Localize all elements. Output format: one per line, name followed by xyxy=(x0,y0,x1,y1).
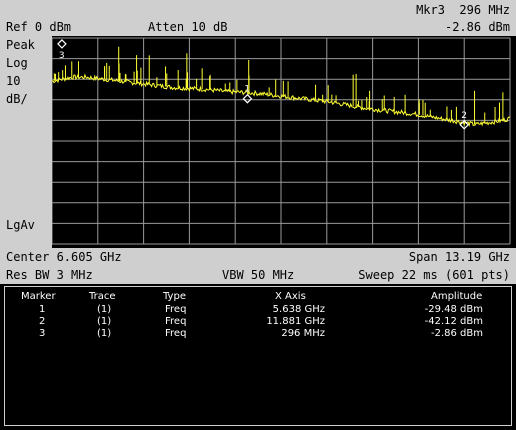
scale-type: Log xyxy=(6,56,28,70)
sweep-time: Sweep 22 ms (601 pts) xyxy=(358,268,510,282)
header-type: Type xyxy=(163,291,186,302)
resolution-bandwidth: Res BW 3 MHz xyxy=(6,268,93,282)
row3-marker: 3 xyxy=(39,328,46,339)
spectrum-analyzer-screen: Mkr3 296 MHz Ref 0 dBm Atten 10 dB -2.86… xyxy=(0,0,516,430)
row2-marker: 2 xyxy=(39,316,46,327)
header-bar: Mkr3 296 MHz Ref 0 dBm Atten 10 dB -2.86… xyxy=(0,0,516,36)
header-x-axis: X Axis xyxy=(275,291,306,302)
row3-type: Freq xyxy=(165,328,187,339)
row2-x: 11.881 GHz xyxy=(266,316,325,327)
averaging-label: LgAv xyxy=(6,218,35,232)
row2-type: Freq xyxy=(165,316,187,327)
spectrum-plot: 1 2 3 xyxy=(52,36,516,248)
row1-type: Freq xyxy=(165,304,187,315)
footer-bar: Center 6.605 GHz Span 13.19 GHz Res BW 3… xyxy=(0,248,516,284)
row3-amplitude: -2.86 dBm xyxy=(430,328,483,339)
attenuation: Atten 10 dB xyxy=(148,20,228,34)
span: Span 13.19 GHz xyxy=(408,250,510,264)
marker-1-label: 1 xyxy=(244,85,250,95)
detector-label: Peak xyxy=(6,38,35,52)
row2-trace: (1) xyxy=(97,316,112,327)
scale-panel: Peak Log 10 dB/ LgAv xyxy=(0,36,52,248)
row1-marker: 1 xyxy=(39,304,46,315)
marker-2-label: 2 xyxy=(461,111,467,121)
marker-3-label: 3 xyxy=(59,51,65,61)
scale-value: 10 xyxy=(6,74,21,88)
header-trace: Trace xyxy=(89,291,116,302)
center-frequency: Center 6.605 GHz xyxy=(6,250,122,264)
header-amplitude: Amplitude xyxy=(431,291,483,302)
reference-level: Ref 0 dBm xyxy=(6,20,72,34)
row1-x: 5.638 GHz xyxy=(272,304,325,315)
marker-table: Marker Trace Type X Axis Amplitude 1 (1)… xyxy=(4,286,512,426)
row3-trace: (1) xyxy=(97,328,112,339)
marker-readout: Mkr3 296 MHz xyxy=(416,3,510,17)
video-bandwidth: VBW 50 MHz xyxy=(222,268,295,282)
header-marker: Marker xyxy=(21,291,56,302)
row1-trace: (1) xyxy=(97,304,112,315)
scale-unit: dB/ xyxy=(6,92,28,106)
row3-x: 296 MHz xyxy=(281,328,325,339)
row2-amplitude: -42.12 dBm xyxy=(424,316,483,327)
plot-background xyxy=(52,36,516,248)
row1-amplitude: -29.48 dBm xyxy=(424,304,483,315)
marker-amplitude: -2.86 dBm xyxy=(444,20,510,34)
